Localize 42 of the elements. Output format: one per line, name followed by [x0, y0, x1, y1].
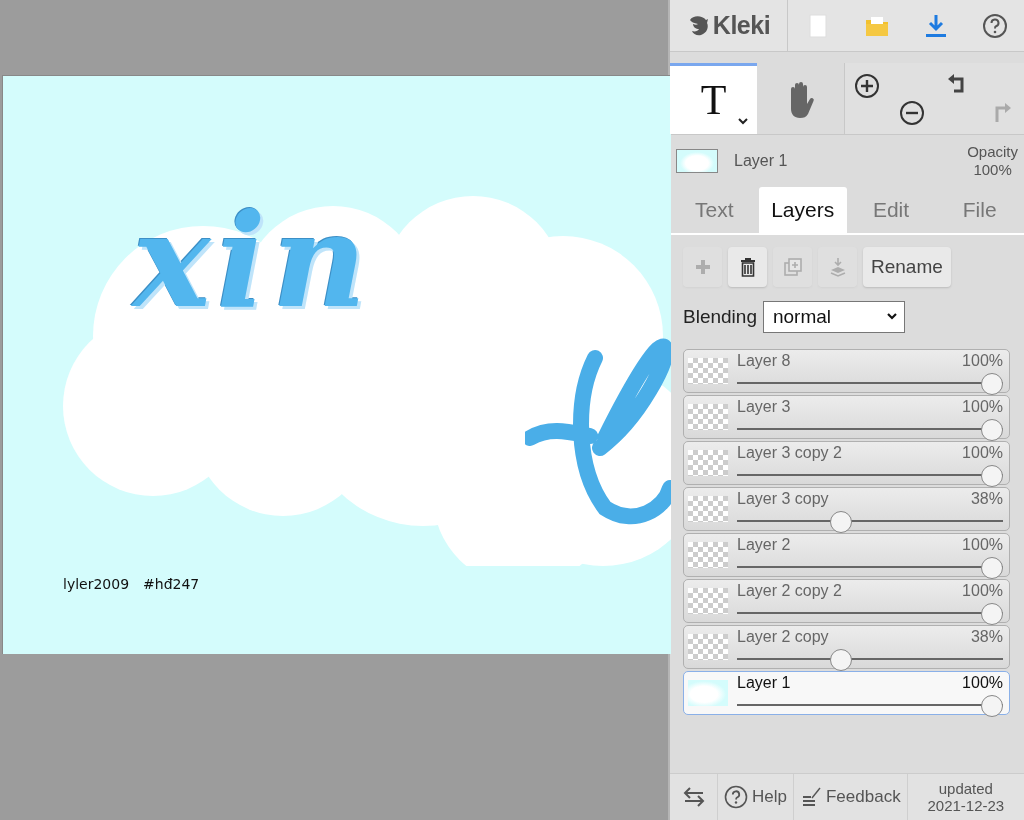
layer-name: Layer 1: [737, 673, 791, 693]
feedback-button[interactable]: Feedback: [793, 774, 908, 820]
layer-name: Layer 3: [737, 397, 791, 417]
opacity-value: 100%: [962, 535, 1003, 555]
signature-text: lyler2009: [63, 576, 130, 592]
layer-name: Layer 2 copy: [737, 627, 829, 647]
layer-name: Layer 1: [734, 152, 789, 170]
layer-name: Layer 3 copy 2: [737, 443, 842, 463]
layer-item[interactable]: Layer 3 100%: [683, 395, 1010, 439]
opacity-value: 100%: [962, 673, 1003, 693]
panel-tab[interactable]: Edit: [846, 187, 936, 233]
layer-name: Layer 8: [737, 351, 791, 371]
help-button[interactable]: Help: [718, 774, 794, 820]
blending-dropdown[interactable]: normal: [762, 301, 905, 333]
opacity-value: 100%: [973, 161, 1012, 179]
layer-item[interactable]: Layer 3 copy 38%: [683, 487, 1010, 531]
opacity-label: Opacity: [967, 143, 1018, 161]
layer-item[interactable]: Layer 1 100%: [683, 671, 1010, 715]
panel-tab[interactable]: File: [935, 187, 1024, 233]
opacity-value: 100%: [962, 397, 1003, 417]
layer-item[interactable]: Layer 2 copy 38%: [683, 625, 1010, 669]
update-text: 2021-12-23: [927, 797, 1005, 814]
layer-item[interactable]: Layer 8 100%: [683, 349, 1010, 393]
layer-item[interactable]: Layer 2 100%: [683, 533, 1010, 577]
rename-button[interactable]: Rename: [863, 247, 951, 287]
layer-name: Layer 2 copy 2: [737, 581, 842, 601]
text-tool-button[interactable]: T: [670, 63, 757, 134]
opacity-value: 38%: [970, 489, 1003, 509]
panel-tab[interactable]: Text: [670, 187, 759, 233]
layer-name: Layer 3 copy: [737, 489, 829, 509]
opacity-value: 100%: [962, 443, 1003, 463]
blending-label: Blending: [683, 306, 757, 328]
panel-tab[interactable]: Layers: [758, 187, 847, 233]
signature-text: #hđ247: [143, 576, 200, 592]
opacity-value: 100%: [962, 351, 1003, 371]
lettering-text: xin: [133, 186, 373, 336]
opacity-value: 38%: [970, 627, 1003, 647]
layer-item[interactable]: Layer 2 copy 2 100%: [683, 579, 1010, 623]
update-text: updated: [938, 780, 993, 797]
opacity-value: 100%: [962, 581, 1003, 601]
layer-name: Layer 2: [737, 535, 791, 555]
layer-item[interactable]: Layer 3 copy 2 100%: [683, 441, 1010, 485]
